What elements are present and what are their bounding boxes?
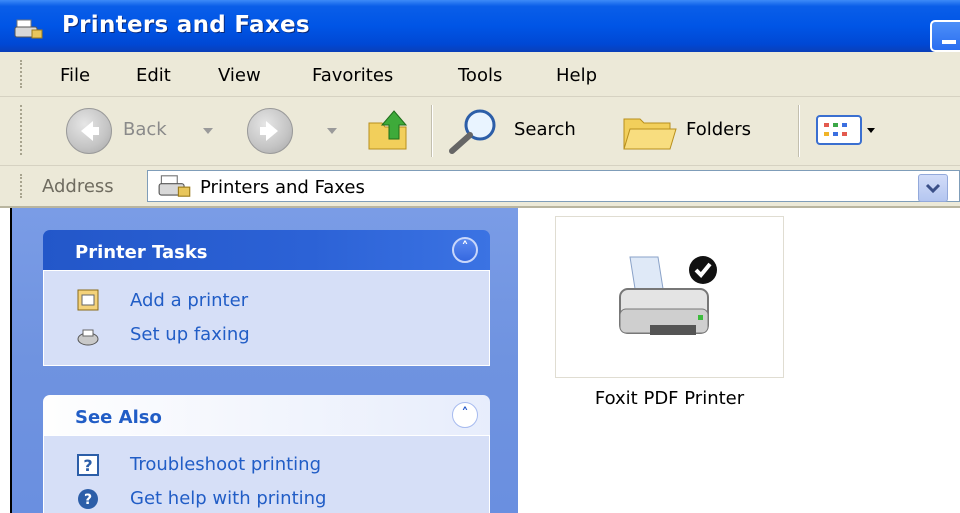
help-box-icon: ? xyxy=(77,454,99,476)
toolbar-separator xyxy=(798,105,800,157)
address-label: Address xyxy=(42,176,114,197)
search-label: Search xyxy=(514,119,576,140)
toolbar-grip[interactable] xyxy=(20,105,25,155)
folders-label: Folders xyxy=(686,119,752,140)
window-left-border xyxy=(10,208,12,513)
menu-view[interactable]: View xyxy=(218,65,261,86)
troubleshoot-printing-link[interactable]: Troubleshoot printing xyxy=(130,454,321,475)
printers-folder-icon xyxy=(14,19,43,39)
address-value: Printers and Faxes xyxy=(200,177,365,198)
toolbar-separator xyxy=(431,105,433,157)
menu-edit[interactable]: Edit xyxy=(136,65,171,86)
menu-help[interactable]: Help xyxy=(556,65,597,86)
see-also-header[interactable]: See Also ˄ xyxy=(43,395,490,435)
chevron-down-icon xyxy=(925,183,941,194)
collapse-icon[interactable]: ˄ xyxy=(452,237,478,263)
menu-grip[interactable] xyxy=(20,60,25,88)
default-printer-check-icon xyxy=(689,256,717,284)
address-dropdown-button[interactable] xyxy=(918,174,948,202)
add-printer-link[interactable]: Add a printer xyxy=(130,290,248,311)
address-grip[interactable] xyxy=(20,174,25,198)
forward-arrow-icon xyxy=(260,121,278,141)
back-label: Back xyxy=(123,119,167,140)
up-folder-icon[interactable] xyxy=(366,109,412,153)
set-up-faxing-link[interactable]: Set up faxing xyxy=(130,324,250,345)
printer-name[interactable]: Foxit PDF Printer xyxy=(555,388,784,409)
back-arrow-icon xyxy=(66,108,112,154)
menu-bar: File Edit View Favorites Tools Help xyxy=(0,52,960,97)
printers-folder-icon xyxy=(158,175,191,197)
menu-file[interactable]: File xyxy=(60,65,90,86)
svg-text:?: ? xyxy=(84,492,92,508)
get-help-printing-link[interactable]: Get help with printing xyxy=(130,488,326,509)
views-icon xyxy=(816,115,875,145)
svg-text:?: ? xyxy=(83,456,92,475)
title-bar: Printers and Faxes xyxy=(0,0,960,52)
add-printer-icon xyxy=(77,289,99,311)
back-dropdown-icon xyxy=(203,128,213,134)
help-circle-icon: ? xyxy=(78,489,98,509)
see-also-title: See Also xyxy=(75,407,162,428)
forward-dropdown-icon[interactable] xyxy=(327,128,337,134)
forward-button[interactable] xyxy=(247,108,293,154)
see-also-body: ? Troubleshoot printing ? Get help with … xyxy=(43,435,490,513)
printer-tasks-body: Add a printer Set up faxing xyxy=(43,270,490,366)
printer-tasks-title: Printer Tasks xyxy=(75,242,208,263)
address-bar: Address Printers and Faxes xyxy=(0,166,960,208)
menu-favorites[interactable]: Favorites xyxy=(312,65,393,86)
window-title: Printers and Faxes xyxy=(62,12,310,38)
search-icon xyxy=(449,109,496,154)
printer-icon xyxy=(619,256,709,335)
minimize-button[interactable] xyxy=(930,20,960,52)
menu-tools[interactable]: Tools xyxy=(458,65,502,86)
collapse-icon[interactable]: ˄ xyxy=(452,402,478,428)
printer-tasks-header[interactable]: Printer Tasks ˄ xyxy=(43,230,490,270)
printer-item[interactable] xyxy=(555,216,784,378)
toolbar: Back Search Folders xyxy=(0,97,960,166)
address-input[interactable]: Printers and Faxes xyxy=(147,170,960,202)
fax-icon xyxy=(77,329,99,346)
folders-icon xyxy=(623,118,677,150)
